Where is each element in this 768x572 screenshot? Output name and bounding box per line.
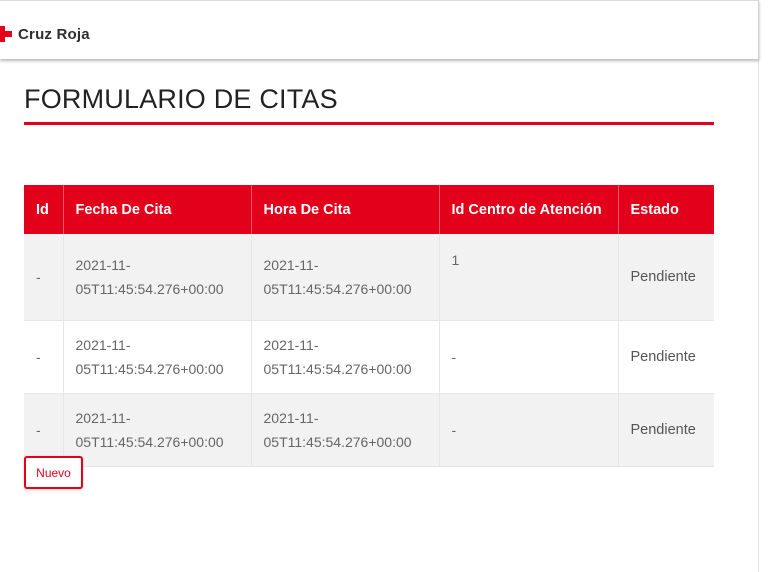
column-header-fecha: Fecha De Cita <box>63 185 252 234</box>
cell-estado: Pendiente <box>618 320 714 394</box>
cell-hora: 2021-11-05T11:45:54.276+00:00 <box>251 320 440 394</box>
cell-centro: - <box>439 393 619 467</box>
appointments-table: Id Fecha De Cita Hora De Cita Id Centro … <box>24 185 714 467</box>
new-appointment-button[interactable]: Nuevo <box>24 456 83 489</box>
cell-id: - <box>24 320 64 394</box>
title-underline <box>24 122 714 125</box>
page-divider <box>758 58 759 572</box>
page-title: FORMULARIO DE CITAS <box>24 84 338 114</box>
red-cross-icon <box>0 24 12 44</box>
cell-fecha: 2021-11-05T11:45:54.276+00:00 <box>63 234 252 321</box>
column-header-id: Id <box>24 185 64 234</box>
cell-id: - <box>24 234 64 321</box>
table-row: - 2021-11-05T11:45:54.276+00:00 2021-11-… <box>24 320 714 394</box>
cell-estado: Pendiente <box>618 393 714 467</box>
cell-fecha: 2021-11-05T11:45:54.276+00:00 <box>63 320 252 394</box>
table-row: - 2021-11-05T11:45:54.276+00:00 2021-11-… <box>24 234 714 321</box>
brand-name: Cruz Roja <box>18 25 90 43</box>
column-header-estado: Estado <box>618 185 714 234</box>
cell-hora: 2021-11-05T11:45:54.276+00:00 <box>251 234 440 321</box>
cell-centro: - <box>439 320 619 394</box>
cell-centro: 1 <box>439 234 619 321</box>
brand-logo-link[interactable]: Cruz Roja <box>0 23 90 45</box>
cell-estado: Pendiente <box>618 234 714 321</box>
top-navbar: Cruz Roja <box>0 0 759 59</box>
cell-hora: 2021-11-05T11:45:54.276+00:00 <box>251 393 440 467</box>
column-header-centro: Id Centro de Atención <box>439 185 619 234</box>
table-row: - 2021-11-05T11:45:54.276+00:00 2021-11-… <box>24 393 714 467</box>
table-header-row: Id Fecha De Cita Hora De Cita Id Centro … <box>24 185 714 234</box>
column-header-hora: Hora De Cita <box>251 185 440 234</box>
cell-fecha: 2021-11-05T11:45:54.276+00:00 <box>63 393 252 467</box>
